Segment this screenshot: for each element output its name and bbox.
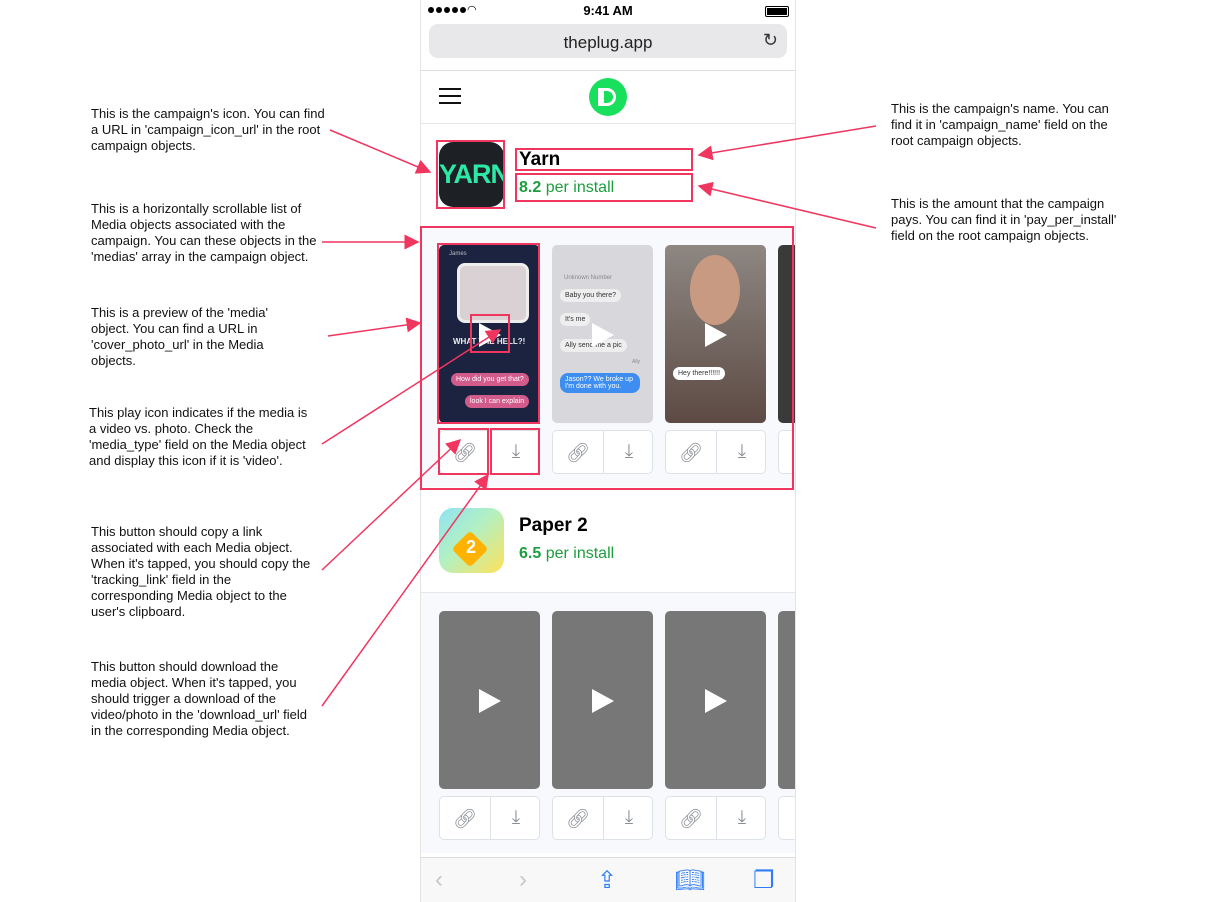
annotation-name: This is the campaign's name. You can fin… (891, 101, 1109, 148)
annotation-copy: This button should copy a link associate… (91, 524, 311, 619)
annotation-download: This button should download the media ob… (91, 659, 308, 738)
annotation-preview: This is a preview of the 'media' object.… (91, 305, 268, 368)
annotation-icon: This is the campaign's icon. You can fin… (91, 106, 325, 153)
annotation-medias: This is a horizontally scrollable list o… (91, 201, 317, 264)
annotation-play: This play icon indicates if the media is… (89, 405, 308, 468)
annotation-pay: This is the amount that the campaign pay… (891, 196, 1117, 243)
